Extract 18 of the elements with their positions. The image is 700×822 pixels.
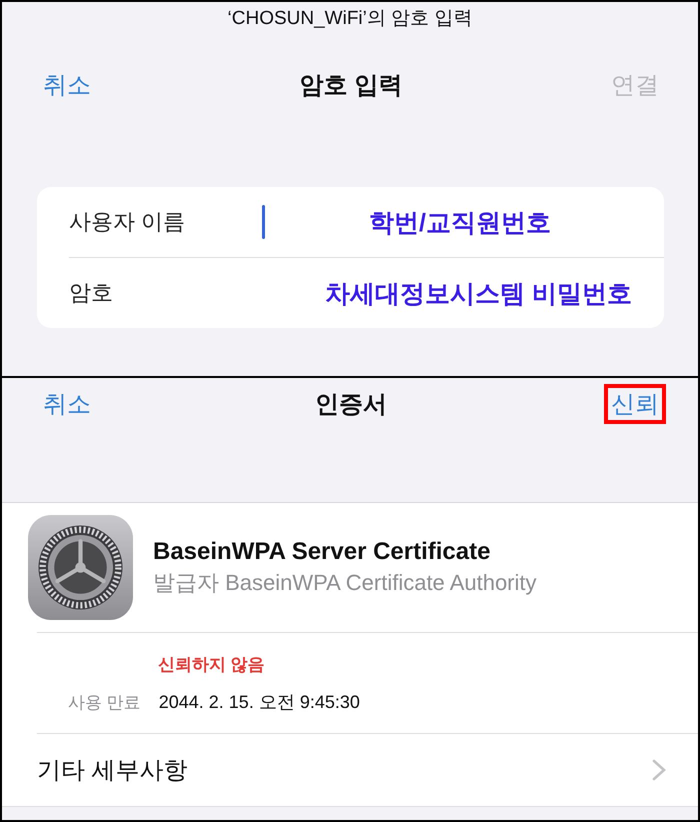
annotation-text: 차세대정보시스템 비밀번호 (325, 278, 632, 310)
certificate-issuer: 발급자 BaseinWPA Certificate Authority (153, 568, 537, 597)
expiry-label: 사용 만료 (68, 692, 141, 714)
field-label: 사용자 이름 (69, 208, 186, 236)
nav-title: 인증서 (315, 390, 387, 420)
settings-app-icon (28, 515, 133, 620)
action-button[interactable]: 신뢰 (604, 384, 666, 424)
trust-status: 신뢰하지 않음 (158, 654, 266, 676)
certificate-name: BaseinWPA Server Certificate (153, 538, 492, 566)
cancel-button[interactable]: 취소 (36, 65, 98, 105)
dialog-prompt: ‘CHOSUN_WiFi’의 암호 입력 (226, 7, 474, 31)
field-label: 암호 (69, 279, 114, 307)
details-row[interactable]: 기타 세부사항 (2, 734, 698, 806)
cancel-button[interactable]: 취소 (36, 384, 98, 424)
nav-title: 암호 입력 (300, 71, 402, 101)
chevron-icon (652, 759, 666, 781)
annotation-text: 학번/교직원번호 (369, 208, 551, 238)
expiry-date: 2044. 2. 15. 오전 9:45:30 (158, 690, 360, 714)
